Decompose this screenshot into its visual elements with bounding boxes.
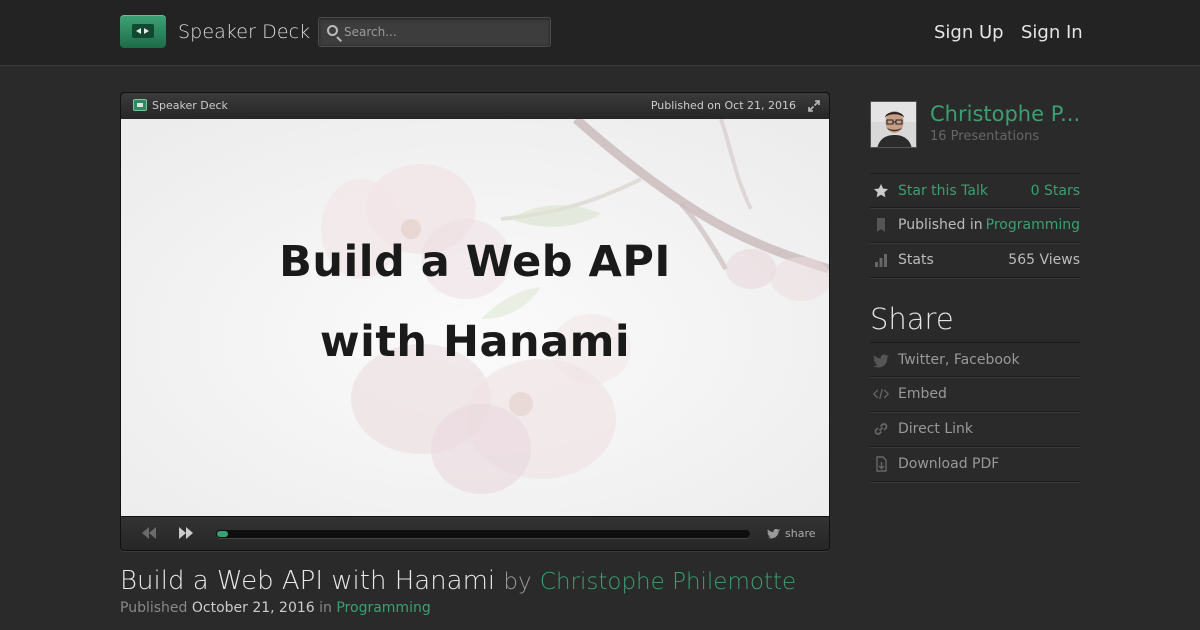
progress-fill: [217, 531, 228, 537]
published-in-label: Published in: [898, 217, 983, 233]
share-heading: Share: [870, 302, 954, 336]
link-icon: [874, 423, 888, 435]
player-brand[interactable]: Speaker Deck: [152, 99, 228, 112]
brand-name[interactable]: Speaker Deck: [178, 21, 310, 43]
player-title-bar: Speaker Deck Published on Oct 21, 2016: [121, 93, 829, 119]
share-twitter-facebook-label[interactable]: Twitter, Facebook: [898, 352, 1020, 368]
presentations-count: 16 Presentations: [930, 129, 1040, 144]
player-controls: share: [121, 516, 829, 550]
search-input[interactable]: [344, 23, 544, 41]
published-label: Published: [120, 600, 188, 616]
download-pdf-icon: [876, 456, 887, 472]
expand-icon[interactable]: [808, 100, 820, 112]
in-label: in: [319, 600, 332, 616]
search-icon: [327, 25, 338, 36]
share-embed-label[interactable]: Embed: [898, 386, 947, 402]
share-direct-link[interactable]: Direct Link: [870, 412, 1080, 447]
search-box: [318, 17, 551, 47]
speaker-deck-mini-logo-icon[interactable]: [133, 99, 147, 111]
category-link[interactable]: Programming: [336, 600, 430, 616]
by-label: by: [503, 569, 532, 595]
twitter-bird-icon: [873, 354, 889, 368]
player-share-link[interactable]: share: [785, 527, 816, 540]
slide-title-line-1: Build a Web API: [279, 237, 671, 287]
stars-count[interactable]: 0 Stars: [1031, 183, 1080, 199]
twitter-bird-icon[interactable]: [767, 529, 780, 539]
stats-row: Stats 565 Views: [870, 243, 1080, 278]
stats-label: Stats: [898, 252, 934, 268]
share-direct-link-label[interactable]: Direct Link: [898, 421, 973, 437]
sidebar-author-name[interactable]: Christophe P...: [930, 102, 1080, 126]
slide-title-line-2: with Hanami: [319, 317, 631, 367]
speaker-deck-logo-icon[interactable]: [120, 15, 166, 48]
author-avatar[interactable]: [870, 101, 917, 148]
author-link[interactable]: Christophe Philemotte: [540, 569, 796, 595]
published-in-category-link[interactable]: Programming: [986, 217, 1080, 233]
progress-track[interactable]: [216, 530, 750, 538]
avatar-portrait: [871, 102, 916, 147]
sign-in-link[interactable]: Sign In: [1021, 22, 1083, 43]
star-talk-row[interactable]: Star this Talk 0 Stars: [870, 173, 1080, 208]
next-icon[interactable]: [178, 527, 194, 539]
share-download-pdf[interactable]: Download PDF: [870, 447, 1080, 482]
talk-meta: Published October 21, 2016 in Programmin…: [120, 600, 431, 616]
embed-code-icon: [873, 389, 889, 399]
views-count: 565 Views: [1008, 252, 1080, 268]
published-in-row: Published in Programming: [870, 208, 1080, 243]
player-published-date: Published on Oct 21, 2016: [650, 99, 796, 112]
bar-chart-icon: [875, 254, 887, 267]
slide-view[interactable]: Build a Web API with Hanami: [121, 119, 829, 516]
sign-up-link[interactable]: Sign Up: [934, 22, 1004, 43]
talk-title: Build a Web API with Hanami: [120, 566, 496, 596]
share-twitter-facebook[interactable]: Twitter, Facebook: [870, 342, 1080, 377]
share-download-pdf-label[interactable]: Download PDF: [898, 456, 999, 472]
top-navigation-bar: Speaker Deck Sign Up Sign In: [0, 0, 1200, 66]
share-embed[interactable]: Embed: [870, 377, 1080, 412]
talk-title-line: Build a Web API with Hanami by Christoph…: [120, 566, 796, 596]
previous-icon[interactable]: [141, 527, 157, 539]
slide-player: Speaker Deck Published on Oct 21, 2016 B…: [120, 92, 830, 551]
bookmark-icon: [877, 218, 885, 232]
star-talk-label[interactable]: Star this Talk: [898, 183, 988, 199]
published-date: October 21, 2016: [191, 600, 315, 616]
star-icon: [874, 184, 888, 198]
